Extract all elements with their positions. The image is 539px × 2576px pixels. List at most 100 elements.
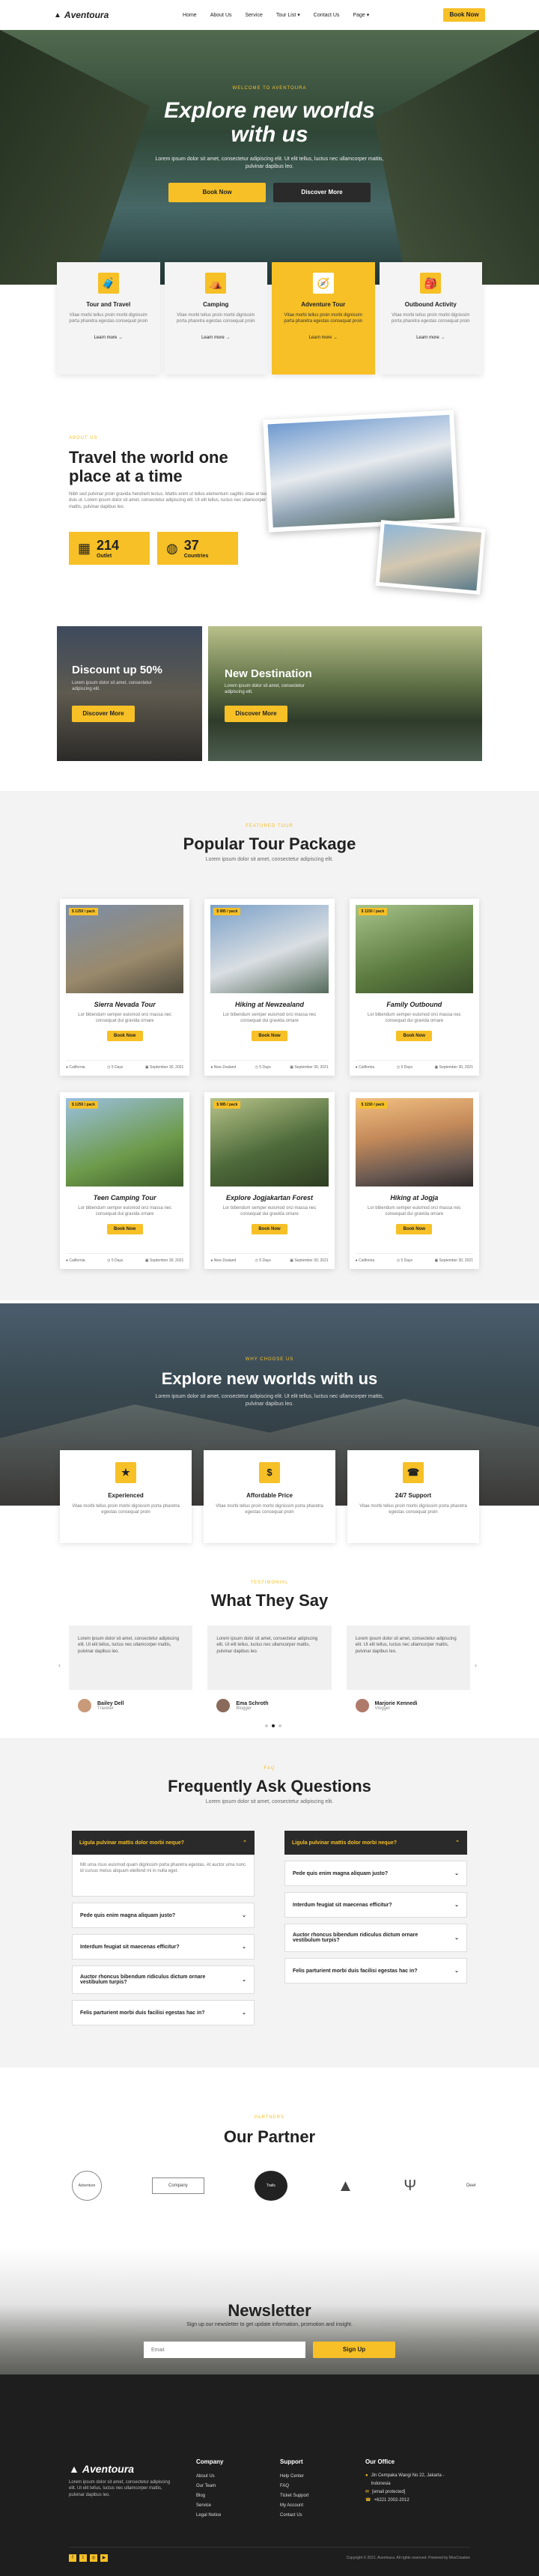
map-pin-icon: ● xyxy=(66,1258,69,1263)
tour-card[interactable]: $ 1250 / pack Teen Camping Tour Lor bibend… xyxy=(60,1092,190,1269)
partner-logos: Adventure Company Trails ▲ Ψ Deer xyxy=(72,2171,476,2201)
footer-link[interactable]: Service xyxy=(196,2501,221,2511)
tour-book-button[interactable]: Book Now xyxy=(251,1223,287,1234)
nav-contact[interactable]: Contact Us xyxy=(314,13,340,18)
tour-book-button[interactable]: Book Now xyxy=(251,1030,287,1041)
tour-card[interactable]: $ 1150 / pack Hiking at Jogja Lor bibendum… xyxy=(349,1092,479,1269)
nav-service[interactable]: Service xyxy=(246,13,263,18)
tour-meta: ● California ◷ 5 Days ▣ September 30, 2021 xyxy=(66,1060,184,1070)
logo[interactable]: ▲ Aventoura xyxy=(54,10,109,20)
footer-logo[interactable]: ▲ Aventoura xyxy=(69,2463,134,2475)
map-pin-icon: ● xyxy=(355,1065,358,1070)
calendar-icon: ▣ xyxy=(144,1258,149,1263)
faq-item[interactable]: Interdum feugiat sit maecenas efficitur?… xyxy=(284,1892,467,1918)
footer-link[interactable]: Help Center xyxy=(280,2472,308,2482)
promo-discover-button[interactable]: Discover More xyxy=(225,706,287,722)
faq-item[interactable]: Felis parturient morbi duis facilisi ege… xyxy=(72,2000,255,2025)
chevron-down-icon: ▾ xyxy=(297,13,300,18)
nav-book-button[interactable]: Book Now xyxy=(443,8,485,22)
calendar-icon: ▣ xyxy=(290,1258,293,1263)
chevron-down-icon: ⌄ xyxy=(454,1936,459,1941)
testimonial-prev[interactable]: ‹ xyxy=(58,1661,61,1669)
faq-left: Ligula pulvinar mattis dolor morbi neque… xyxy=(72,1831,255,2025)
nav-tour-list[interactable]: Tour List ▾ xyxy=(276,12,300,18)
faq-title: Frequently Ask Questions xyxy=(168,1777,371,1795)
building-icon: ▦ xyxy=(78,540,91,556)
tour-image: $ 1150 / pack xyxy=(355,905,473,993)
newsletter-email-input[interactable] xyxy=(144,2342,305,2358)
learn-more-link[interactable]: Learn more → xyxy=(387,336,475,340)
avatar xyxy=(355,1699,369,1712)
nav-home[interactable]: Home xyxy=(183,13,197,18)
testimonial-next[interactable]: › xyxy=(475,1661,477,1669)
promo-discover-button[interactable]: Discover More xyxy=(72,706,135,722)
faq-item-open[interactable]: Ligula pulvinar mattis dolor morbi neque… xyxy=(284,1831,467,1855)
chevron-right-icon: › xyxy=(475,1661,477,1669)
tour-name: Family Outbound xyxy=(386,1001,442,1008)
feature-card[interactable]: 🧳 Tour and Travel Vitae morbi tellus pro… xyxy=(57,262,160,375)
stat-countries: ◍ 37 Countries xyxy=(157,532,238,565)
newsletter-signup-button[interactable]: Sign Up xyxy=(313,2342,395,2358)
testimonial-quote: Lorem ipsum dolor sit amet, consectetur … xyxy=(207,1625,332,1690)
faq-item-open[interactable]: Ligula pulvinar mattis dolor morbi neque… xyxy=(72,1831,255,1855)
tour-book-button[interactable]: Book Now xyxy=(106,1030,143,1041)
feature-card-active[interactable]: 🧭 Adventure Tour Vitae morbi tellus proi… xyxy=(272,262,375,375)
chevron-left-icon: ‹ xyxy=(58,1661,61,1669)
tour-card[interactable]: $ 1250 / pack Sierra Nevada Tour Lor biben… xyxy=(60,899,190,1076)
tours-title: Popular Tour Package xyxy=(183,834,356,853)
why-card: ☎ 24/7 Support Vitae morbi tellus proin … xyxy=(347,1450,479,1543)
faq-item[interactable]: Pede quis enim magna aliquam justo? ⌄ xyxy=(72,1903,255,1928)
feature-card[interactable]: 🎒 Outbound Activity Vitae morbi tellus p… xyxy=(379,262,482,375)
footer-link[interactable]: Legal Notice xyxy=(196,2511,221,2521)
faq-item[interactable]: Interdum feugiat sit maecenas efficitur?… xyxy=(72,1934,255,1960)
hero-book-button[interactable]: Book Now xyxy=(168,183,266,202)
tour-book-button[interactable]: Book Now xyxy=(106,1223,143,1234)
clock-icon: ◷ xyxy=(255,1065,258,1070)
footer-link[interactable]: Blog xyxy=(196,2491,221,2501)
faq-item[interactable]: Pede quis enim magna aliquam justo? ⌄ xyxy=(284,1861,467,1886)
learn-more-link[interactable]: Learn more → xyxy=(279,336,368,340)
learn-more-link[interactable]: Learn more → xyxy=(172,336,261,340)
tour-card[interactable]: $ 985 / pack Explore Jogjakartan Forest Lo… xyxy=(204,1092,335,1269)
tour-meta: ● California ◷ 5 Days ▣ September 30, 2021 xyxy=(355,1060,473,1070)
faq-item[interactable]: Auctor rhoncus bibendum ridiculus dictum… xyxy=(72,1966,255,1994)
twitter-icon[interactable]: t xyxy=(79,2554,87,2562)
tour-book-button[interactable]: Book Now xyxy=(396,1030,433,1041)
learn-more-link[interactable]: Learn more → xyxy=(64,336,153,340)
tour-card[interactable]: $ 1150 / pack Family Outbound Lor bibendum… xyxy=(349,899,479,1076)
footer-link[interactable]: Contact Us xyxy=(280,2511,308,2521)
price-tag-icon: $ xyxy=(259,1462,280,1483)
tour-card[interactable]: $ 985 / pack Hiking at Newzealand Lor bibe… xyxy=(204,899,335,1076)
facebook-icon[interactable]: f xyxy=(69,2554,76,2562)
partner-logo: Trails xyxy=(254,2171,287,2201)
footer-link[interactable]: Our Team xyxy=(196,2482,221,2491)
chevron-down-icon: ⌄ xyxy=(242,1913,246,1918)
mountain-logo-icon: ▲ xyxy=(54,10,61,19)
map-pin-icon: ● xyxy=(355,1258,358,1263)
faq-item[interactable]: Felis parturient morbi duis facilisi ege… xyxy=(284,1958,467,1983)
tour-book-button[interactable]: Book Now xyxy=(396,1223,433,1234)
nav-about[interactable]: About Us xyxy=(210,13,232,18)
footer-link[interactable]: FAQ xyxy=(280,2482,308,2491)
why-card: $ Affordable Price Vitae morbi tellus pr… xyxy=(204,1450,335,1543)
promo-destination: New Destination Lorem ipsum dolor sit am… xyxy=(208,626,482,761)
phone-icon: ☎ xyxy=(365,2498,371,2503)
footer-link[interactable]: About Us xyxy=(196,2472,221,2482)
footer-link[interactable]: Ticket Support xyxy=(280,2491,308,2501)
tour-name: Explore Jogjakartan Forest xyxy=(225,1194,314,1201)
tour-desc: Lor bibendum semper euismod orci massa n… xyxy=(78,1013,172,1024)
footer-link[interactable]: My Account xyxy=(280,2501,308,2511)
hero-discover-button[interactable]: Discover More xyxy=(273,183,371,202)
map-pin-icon: ● xyxy=(210,1258,213,1263)
testimonial-quote: Lorem ipsum dolor sit amet, consectetur … xyxy=(69,1625,193,1690)
feature-card[interactable]: ⛺ Camping Vitae morbi tellus proin morbi… xyxy=(164,262,267,375)
youtube-icon[interactable]: ▶ xyxy=(100,2554,108,2562)
chevron-down-icon: ⌄ xyxy=(242,2010,246,2016)
nav-page[interactable]: Page ▾ xyxy=(353,12,369,18)
clock-icon: ◷ xyxy=(107,1065,111,1070)
copyright: Copyright © 2021. Aventoura. All rights … xyxy=(346,2556,470,2560)
slider-dots[interactable] xyxy=(265,1724,281,1727)
clock-icon: ◷ xyxy=(255,1258,258,1263)
instagram-icon[interactable]: ◎ xyxy=(90,2554,97,2562)
faq-item[interactable]: Auctor rhoncus bibendum ridiculus dictum… xyxy=(284,1924,467,1952)
